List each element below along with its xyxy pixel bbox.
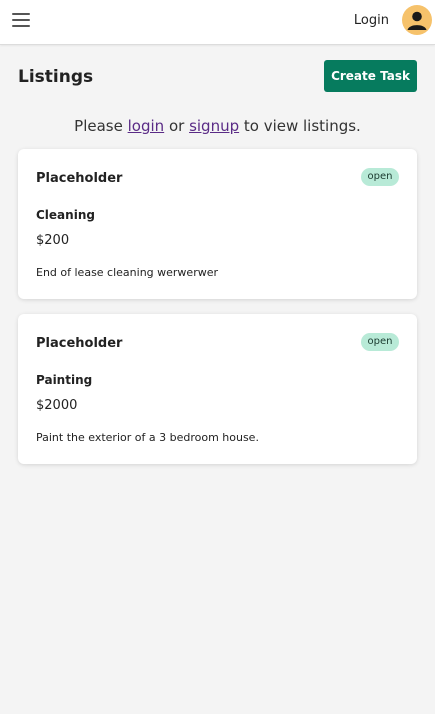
listing-card[interactable]: Placeholder open Painting $2000 Paint th… (18, 314, 417, 464)
login-prompt: Please login or signup to view listings. (0, 117, 435, 135)
user-avatar-icon[interactable] (402, 5, 432, 35)
login-nav-link[interactable]: Login (354, 13, 389, 29)
status-badge: open (361, 333, 399, 351)
listing-title: Placeholder (36, 336, 123, 351)
listing-category: Cleaning (36, 208, 95, 222)
prompt-text-after: to view listings. (239, 117, 361, 135)
page-title: Listings (18, 67, 94, 87)
top-navbar: Login (0, 0, 435, 45)
status-badge: open (361, 168, 399, 186)
create-task-button[interactable]: Create Task (324, 60, 417, 92)
listing-title: Placeholder (36, 171, 123, 186)
login-link[interactable]: login (128, 117, 165, 135)
prompt-text-middle: or (164, 117, 190, 135)
listing-description: End of lease cleaning werwerwer (36, 266, 219, 279)
listing-category: Painting (36, 373, 93, 387)
listing-card[interactable]: Placeholder open Cleaning $200 End of le… (18, 149, 417, 299)
listing-price: $2000 (36, 398, 78, 413)
signup-link[interactable]: signup (189, 117, 239, 135)
hamburger-menu-icon[interactable] (12, 12, 30, 28)
listing-description: Paint the exterior of a 3 bedroom house. (36, 431, 259, 444)
prompt-text-before: Please (74, 117, 128, 135)
listing-price: $200 (36, 233, 70, 248)
